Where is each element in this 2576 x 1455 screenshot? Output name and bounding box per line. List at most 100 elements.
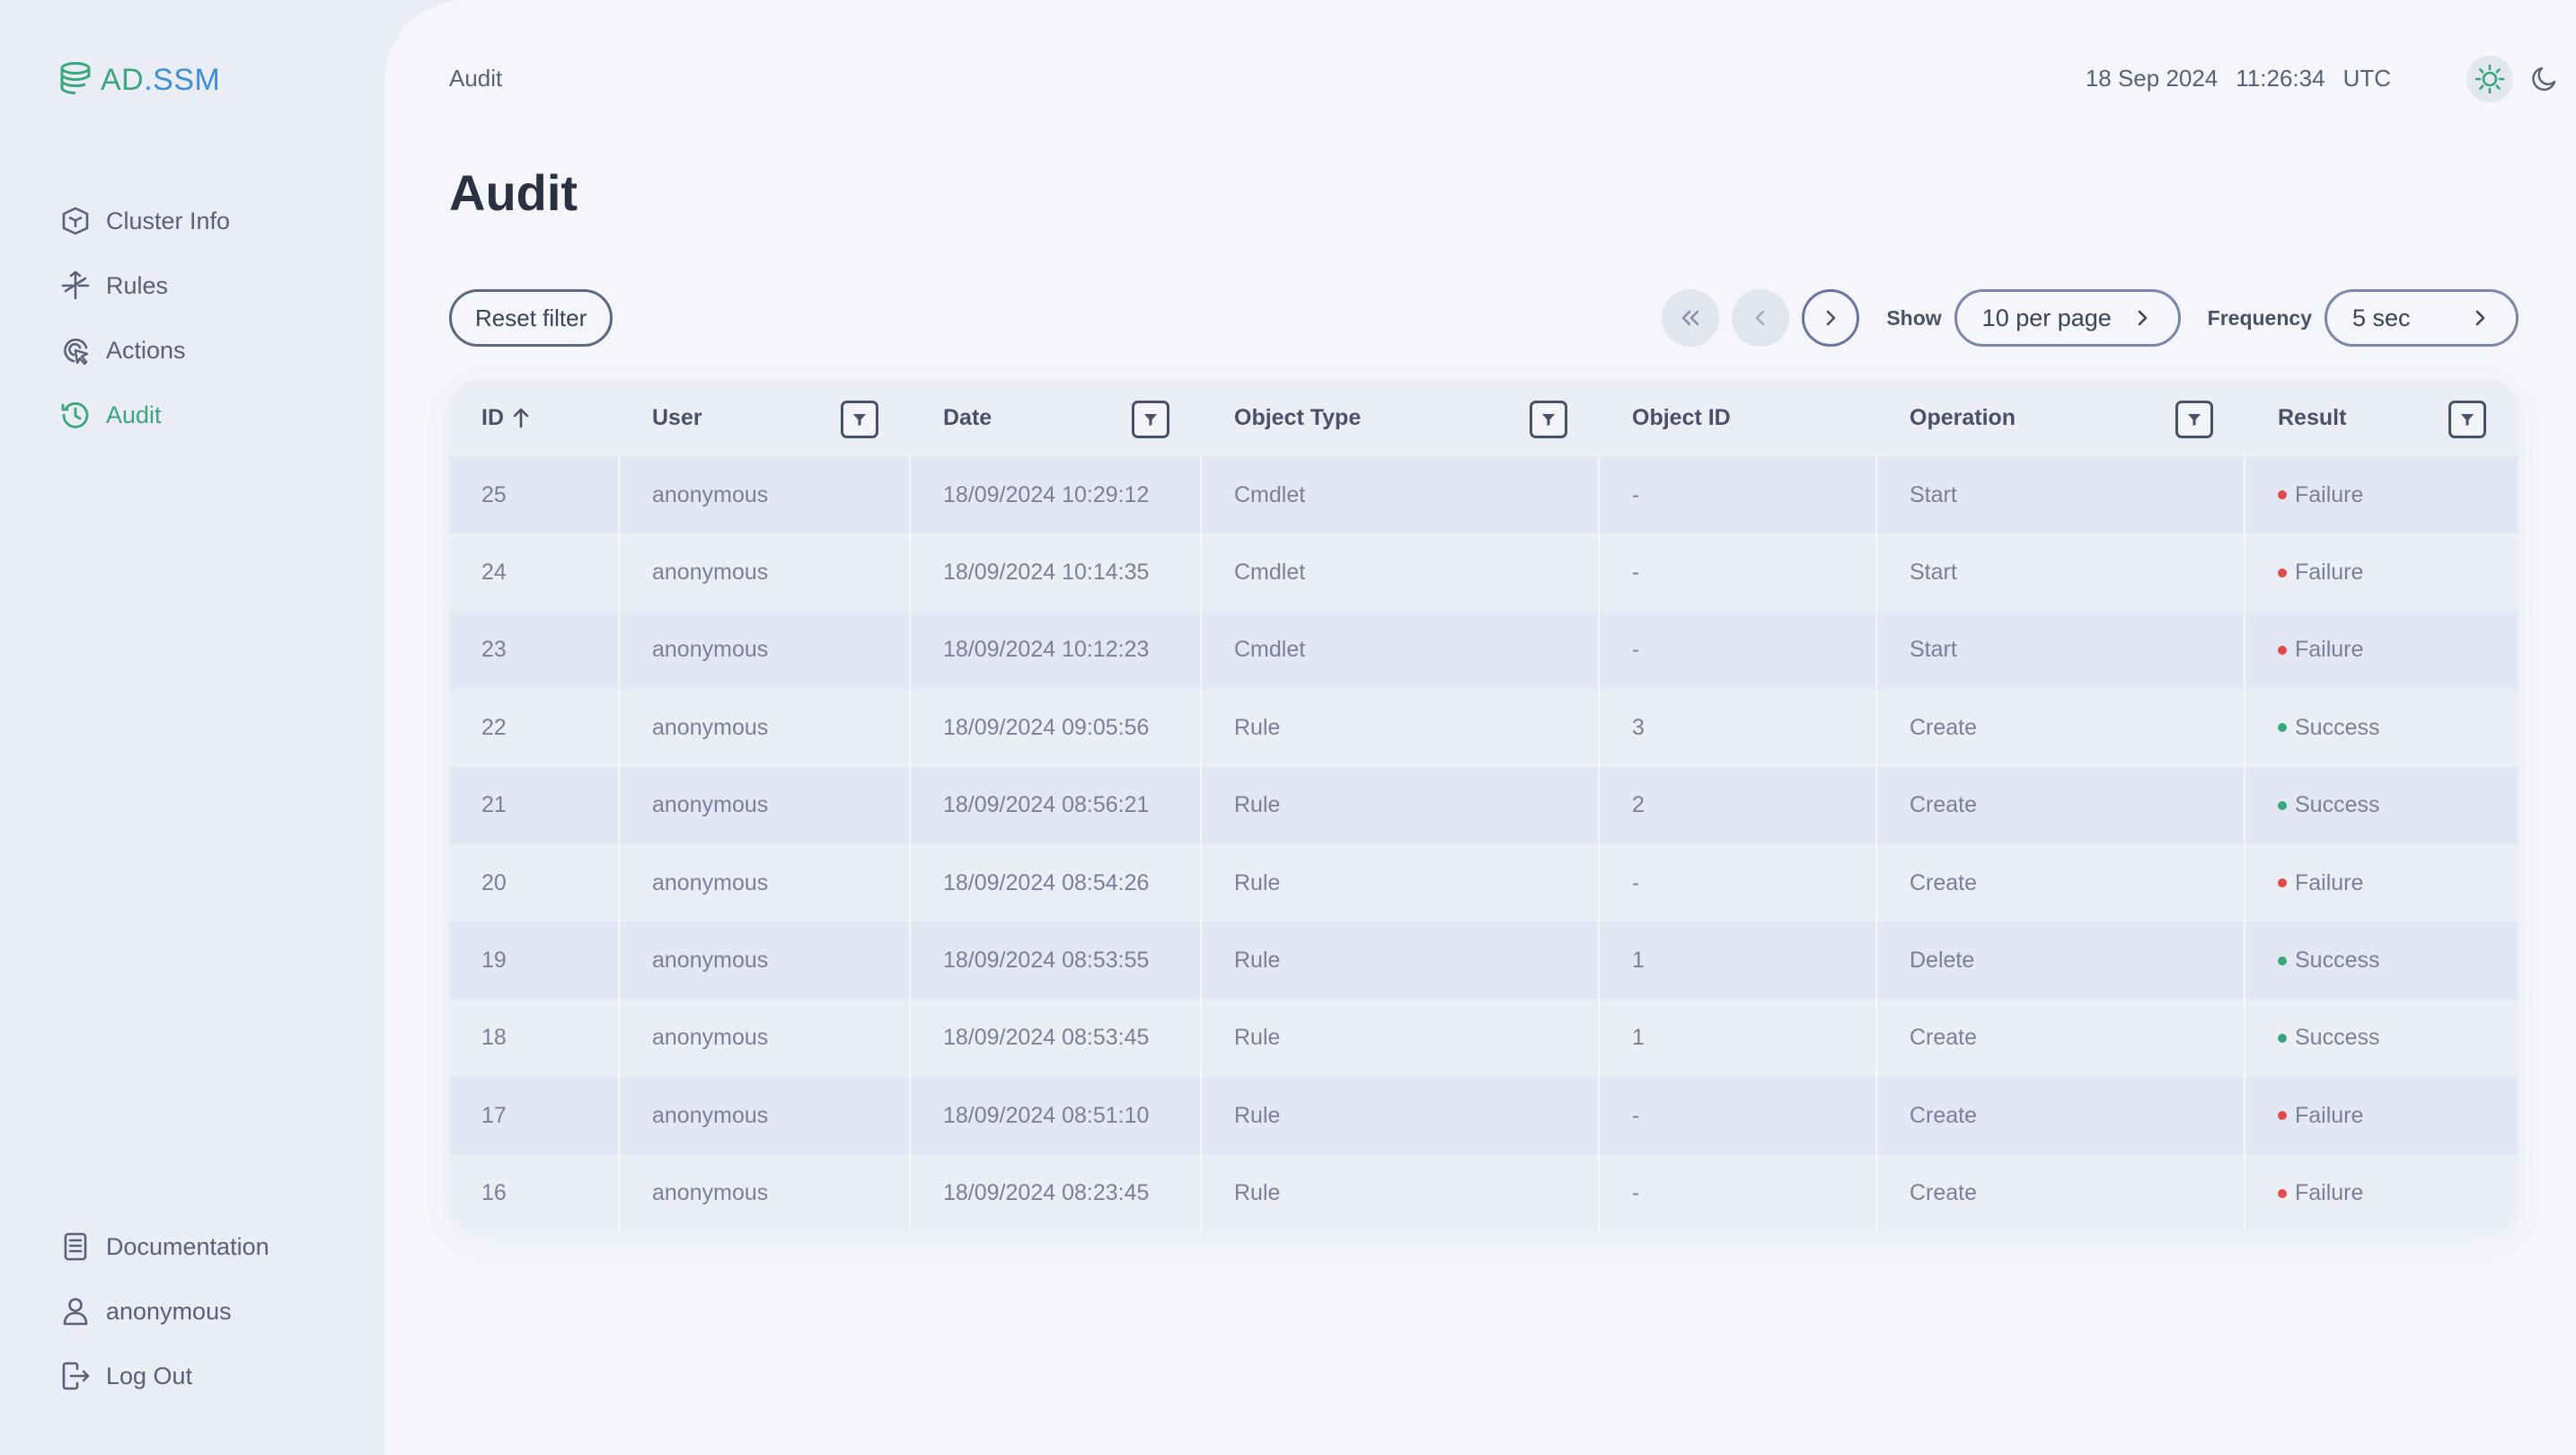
column-header-id[interactable]: ID <box>449 379 620 456</box>
cell-id: 19 <box>449 922 620 1000</box>
cell-text: 19 <box>481 948 507 974</box>
cell-object-type: Cmdlet <box>1202 456 1600 534</box>
filter-button-operation[interactable] <box>2175 401 2213 438</box>
column-header-date: Date <box>911 379 1202 456</box>
cell-result: Success <box>2245 1000 2519 1077</box>
cell-text: Failure <box>2295 560 2364 586</box>
cell-text: Rule <box>1234 1025 1281 1051</box>
cell-id: 24 <box>449 534 620 612</box>
column-label: Result <box>2278 404 2347 430</box>
cell-object-id: - <box>1600 456 1877 534</box>
chevron-left-icon <box>1756 310 1765 326</box>
cell-text: Rule <box>1234 948 1281 974</box>
table-row[interactable]: 20 anonymous 18/09/2024 08:54:26 Rule - Creat… <box>449 843 2519 922</box>
sidebar-item-label: Actions <box>106 336 186 364</box>
cell-text: 18/09/2024 08:51:10 <box>943 1102 1150 1128</box>
first-page-button[interactable] <box>1662 289 1720 347</box>
cell-text: Success <box>2295 1025 2380 1051</box>
light-theme-button[interactable] <box>2466 56 2513 102</box>
cell-user: anonymous <box>620 456 911 534</box>
cell-text: Create <box>1910 869 1978 895</box>
cell-id: 21 <box>449 766 620 844</box>
table-row[interactable]: 23 anonymous 18/09/2024 10:12:23 Cmdlet - Sta… <box>449 611 2519 690</box>
cell-text: 18/09/2024 08:23:45 <box>943 1180 1150 1206</box>
sidebar-item-documentation[interactable]: Documentation <box>59 1214 269 1279</box>
logo-text: AD.SSM <box>101 63 220 98</box>
next-page-button[interactable] <box>1802 289 1860 347</box>
frequency-select[interactable]: 5 sec <box>2325 289 2519 347</box>
main-panel: Audit 18 Sep 2024 11:26:34 UTC Audit Res… <box>384 0 2576 1455</box>
cell-text: 18/09/2024 10:12:23 <box>943 637 1150 663</box>
cell-date: 18/09/2024 10:29:12 <box>911 456 1202 534</box>
sidebar-item-log-out[interactable]: Log Out <box>59 1344 269 1408</box>
frequency-label: Frequency <box>2207 305 2312 330</box>
cell-operation: Create <box>1877 999 2245 1078</box>
cell-result: Failure <box>2245 1077 2519 1154</box>
sidebar-item-label: Log Out <box>106 1362 193 1389</box>
cell-text: anonymous <box>652 481 769 507</box>
cell-result: Failure <box>2245 456 2519 534</box>
cell-text: - <box>1632 481 1640 507</box>
cell-object-id: 1 <box>1600 999 1877 1078</box>
logo-suffix: .SSM <box>144 62 221 97</box>
sidebar-item-audit[interactable]: Audit <box>59 383 230 447</box>
cell-text: Create <box>1910 714 1978 740</box>
cell-text: Create <box>1910 792 1978 818</box>
table-row[interactable]: 21 anonymous 18/09/2024 08:56:21 Rule 2 Creat… <box>449 766 2519 844</box>
table-row[interactable]: 18 anonymous 18/09/2024 08:53:45 Rule 1 Creat… <box>449 999 2519 1078</box>
table-row[interactable]: 24 anonymous 18/09/2024 10:14:35 Cmdlet - Sta… <box>449 534 2519 612</box>
cell-object-id: - <box>1600 611 1877 690</box>
previous-page-button[interactable] <box>1732 289 1790 347</box>
filter-button-result[interactable] <box>2448 401 2486 438</box>
table-row[interactable]: 25 anonymous 18/09/2024 10:29:12 Cmdlet - Sta… <box>449 456 2519 534</box>
cell-object-id: - <box>1600 1154 1877 1232</box>
sidebar-item-actions[interactable]: Actions <box>59 318 230 383</box>
table-body: 25 anonymous 18/09/2024 10:29:12 Cmdlet - Sta… <box>449 456 2519 1232</box>
cell-text: Cmdlet <box>1234 637 1306 663</box>
table-row[interactable]: 16 anonymous 18/09/2024 08:23:45 Rule - Creat… <box>449 1154 2519 1232</box>
cell-text: Failure <box>2295 637 2364 663</box>
cell-text: 23 <box>481 637 507 663</box>
cell-text: - <box>1632 637 1640 663</box>
table-row[interactable]: 17 anonymous 18/09/2024 08:51:10 Rule - Creat… <box>449 1077 2519 1155</box>
cell-operation: Create <box>1877 843 2245 922</box>
cell-text: anonymous <box>652 637 769 663</box>
cell-operation: Start <box>1877 611 2245 690</box>
cell-text: 18/09/2024 09:05:56 <box>943 714 1150 740</box>
sidebar-item-cluster-info[interactable]: Cluster Info <box>59 189 230 253</box>
logo[interactable]: AD.SSM <box>59 61 220 99</box>
document-icon <box>64 1232 87 1261</box>
cell-text: 21 <box>481 792 507 818</box>
cell-date: 18/09/2024 08:51:10 <box>911 1077 1202 1155</box>
show-label: Show <box>1886 305 1942 330</box>
table-row[interactable]: 22 anonymous 18/09/2024 09:05:56 Rule 3 Creat… <box>449 689 2519 767</box>
cell-object-id: - <box>1600 1077 1877 1155</box>
filter-button-object-type[interactable] <box>1530 401 1567 438</box>
filter-button-user[interactable] <box>841 401 878 438</box>
sidebar-item-user[interactable]: anonymous <box>59 1279 269 1344</box>
status-dot <box>2278 490 2287 500</box>
column-header-operation: Operation <box>1877 379 2245 456</box>
cell-operation: Start <box>1877 456 2245 534</box>
cell-user: anonymous <box>620 999 911 1078</box>
per-page-select[interactable]: 10 per page <box>1954 289 2181 347</box>
sidebar-item-rules[interactable]: Rules <box>59 253 230 318</box>
dark-theme-button[interactable] <box>2520 56 2567 102</box>
cell-operation: Delete <box>1877 922 2245 1000</box>
cell-date: 18/09/2024 08:23:45 <box>911 1154 1202 1232</box>
reset-filter-button[interactable]: Reset filter <box>449 289 613 347</box>
cell-result: Failure <box>2245 844 2519 922</box>
cell-date: 18/09/2024 08:54:26 <box>911 843 1202 922</box>
audit-history-icon <box>61 401 89 428</box>
cell-text: Cmdlet <box>1234 481 1306 507</box>
cell-user: anonymous <box>620 689 911 767</box>
sun-icon <box>2475 64 2505 94</box>
sidebar: AD.SSM Cluster Info Rules Actions Audit … <box>0 0 386 1455</box>
cell-result: Failure <box>2245 1155 2519 1232</box>
cell-user: anonymous <box>620 922 911 1000</box>
cell-operation: Create <box>1877 766 2245 844</box>
column-header-object-type: Object Type <box>1202 379 1600 456</box>
cell-text: anonymous <box>652 714 769 740</box>
table-row[interactable]: 19 anonymous 18/09/2024 08:53:55 Rule 1 Delet… <box>449 922 2519 1000</box>
filter-button-date[interactable] <box>1132 401 1169 438</box>
